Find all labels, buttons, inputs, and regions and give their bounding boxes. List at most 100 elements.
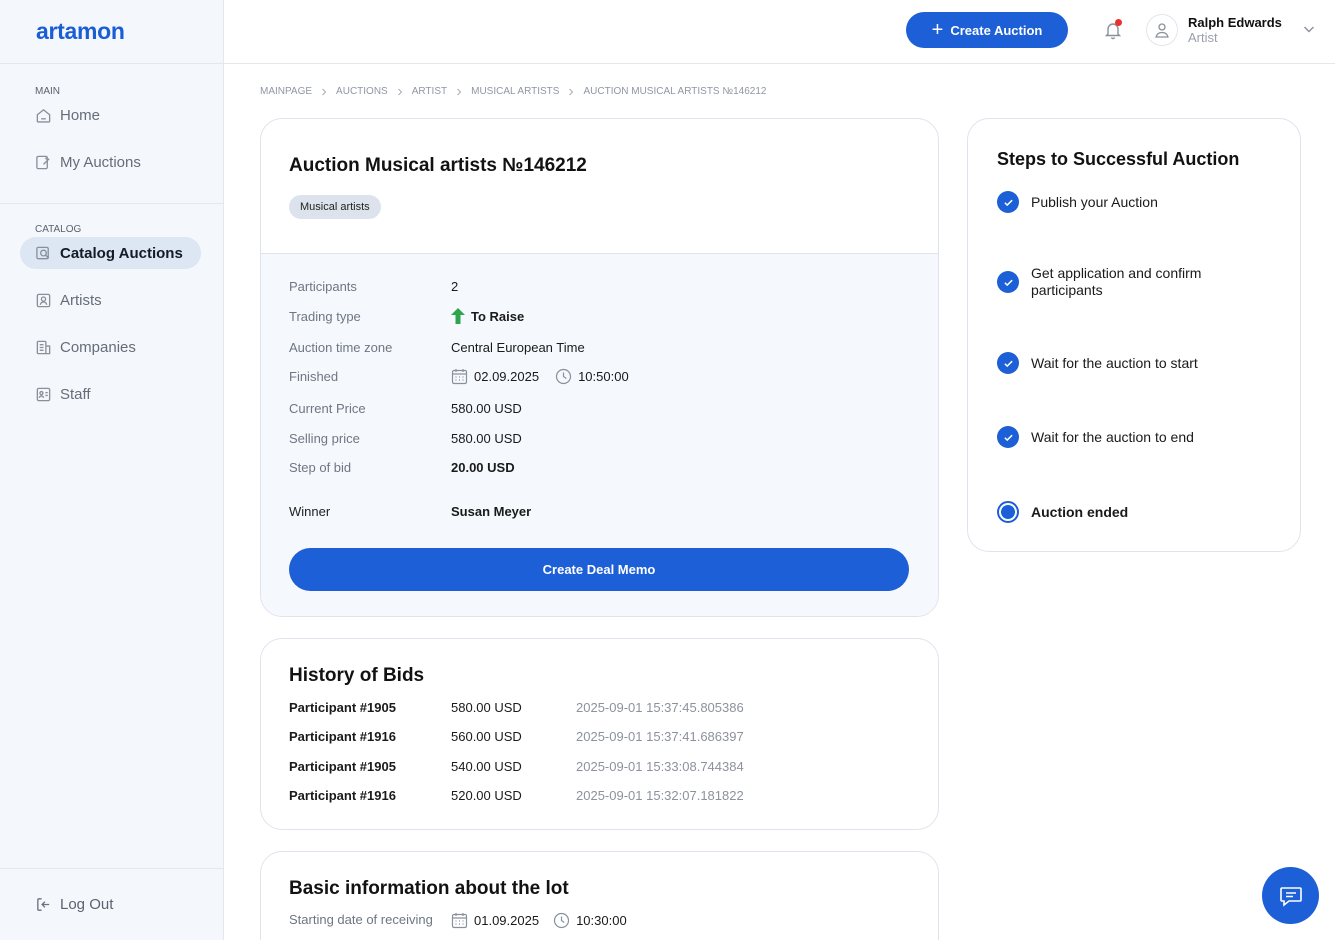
chat-icon	[1279, 886, 1302, 907]
breadcrumb-current: AUCTION MUSICAL ARTISTS №146212	[583, 86, 767, 97]
staff-icon	[35, 386, 52, 403]
detail-value: Central European Time	[451, 340, 585, 355]
detail-label: Current Price	[289, 401, 366, 416]
plus-icon: +	[931, 19, 944, 41]
steps-title: Steps to Successful Auction	[997, 149, 1240, 169]
companies-icon	[35, 339, 52, 356]
auction-card: Auction Musical artists №146212 Musical …	[260, 118, 939, 617]
clock-icon	[553, 912, 570, 929]
user-menu[interactable]: Ralph Edwards Artist	[1146, 12, 1316, 48]
calendar-icon	[451, 368, 468, 385]
step-label: Auction ended	[1031, 503, 1129, 520]
breadcrumb-item[interactable]: MAINPAGE	[260, 86, 312, 97]
detail-label: Trading type	[289, 308, 361, 324]
sidebar-item-artists[interactable]: Artists	[20, 284, 201, 316]
logout-icon	[37, 898, 50, 911]
sidebar-item-my-auctions[interactable]: My Auctions	[20, 146, 201, 178]
breadcrumb-item[interactable]: ARTIST	[412, 86, 447, 97]
detail-value: 2	[451, 279, 459, 294]
arrow-up-icon	[451, 308, 465, 324]
sidebar: artamon MAIN Home My Auctions CATALOG Ca…	[0, 0, 224, 940]
user-role: Artist	[1188, 30, 1218, 45]
topbar: + Create Auction Ralph Edwards Artist	[224, 0, 1335, 64]
category-tag: Musical artists	[289, 195, 381, 219]
chevron-right-icon	[396, 88, 404, 96]
bid-time: 2025-09-01 15:37:45.805386	[576, 700, 744, 715]
bid-participant: Participant #1905	[289, 759, 396, 774]
finished-time: 10:50:00	[578, 369, 629, 384]
bid-time: 2025-09-01 15:37:41.686397	[576, 729, 744, 744]
chat-button[interactable]	[1262, 867, 1319, 924]
step-label: Wait for the auction to start	[1031, 354, 1198, 371]
start-time: 10:30:00	[576, 913, 627, 928]
detail-row-finished: Finished 02.09.2025 10:50:00	[289, 368, 629, 385]
auction-card-header: Auction Musical artists №146212 Musical …	[261, 119, 938, 254]
detail-row-start: Starting date of receiving 01.09.2025 10…	[289, 912, 627, 929]
sidebar-item-label: Artists	[60, 291, 102, 309]
start-date: 01.09.2025	[474, 913, 540, 928]
create-auction-button[interactable]: + Create Auction	[906, 12, 1068, 48]
sidebar-item-label: Staff	[60, 385, 91, 403]
sidebar-item-staff[interactable]: Staff	[20, 378, 201, 410]
detail-label: Selling price	[289, 431, 360, 446]
detail-value: To Raise	[451, 308, 524, 324]
sidebar-item-companies[interactable]: Companies	[20, 331, 201, 363]
step-item: Wait for the auction to end	[997, 426, 1194, 448]
chevron-right-icon	[455, 88, 463, 96]
sidebar-main-heading: MAIN	[35, 86, 60, 97]
sidebar-item-home[interactable]: Home	[20, 99, 201, 131]
table-row: Participant #1905 580.00 USD 2025-09-01 …	[289, 700, 744, 715]
chevron-down-icon	[1304, 26, 1314, 33]
detail-row-participants: Participants 2	[289, 279, 458, 294]
step-label: Wait for the auction to end	[1031, 428, 1194, 445]
logout-button[interactable]: Log Out	[0, 868, 223, 940]
breadcrumb-item[interactable]: AUCTIONS	[336, 86, 388, 97]
detail-value: 02.09.2025 10:50:00	[451, 368, 629, 385]
artists-icon	[35, 292, 52, 309]
detail-row-step: Step of bid 20.00 USD	[289, 460, 515, 475]
bid-participant: Participant #1916	[289, 788, 396, 803]
detail-value: 580.00 USD	[451, 401, 522, 416]
catalog-icon	[35, 245, 52, 262]
sidebar-catalog-heading: CATALOG	[35, 224, 82, 235]
bid-amount: 540.00 USD	[451, 759, 522, 774]
detail-row-trading-type: Trading type To Raise	[289, 308, 524, 324]
bids-card: History of Bids Participant #1905 580.00…	[260, 638, 939, 830]
avatar	[1146, 14, 1178, 46]
bid-amount: 520.00 USD	[451, 788, 522, 803]
sidebar-main-section: MAIN Home My Auctions	[0, 64, 223, 204]
notification-dot	[1115, 19, 1122, 26]
breadcrumb-item[interactable]: MUSICAL ARTISTS	[471, 86, 559, 97]
auction-details: Participants 2 Trading type To Raise Auc…	[261, 254, 938, 616]
chevron-right-icon	[567, 88, 575, 96]
notifications-button[interactable]	[1102, 19, 1124, 41]
detail-label: Step of bid	[289, 460, 352, 475]
sidebar-item-label: My Auctions	[60, 153, 141, 171]
steps-card: Steps to Successful Auction Publish your…	[967, 118, 1301, 552]
logout-label: Log Out	[60, 896, 114, 913]
detail-row-winner: Winner Susan Meyer	[289, 504, 531, 519]
bid-participant: Participant #1905	[289, 700, 396, 715]
user-icon	[1155, 23, 1169, 38]
lot-title: Basic information about the lot	[289, 878, 569, 899]
app-logo[interactable]: artamon	[0, 0, 223, 64]
detail-label: Starting date of receiving	[289, 912, 433, 927]
clock-icon	[555, 368, 572, 385]
detail-value: 01.09.2025 10:30:00	[451, 912, 627, 929]
detail-label: Finished	[289, 369, 339, 384]
table-row: Participant #1916 520.00 USD 2025-09-01 …	[289, 788, 744, 803]
detail-value: Susan Meyer	[451, 504, 532, 519]
sidebar-item-catalog-auctions[interactable]: Catalog Auctions	[20, 237, 201, 269]
step-item: Get application and confirm participants	[997, 265, 1257, 299]
create-deal-memo-button[interactable]: Create Deal Memo	[289, 548, 909, 591]
lot-card: Basic information about the lot Starting…	[260, 851, 939, 940]
bid-amount: 580.00 USD	[451, 700, 522, 715]
sidebar-item-label: Catalog Auctions	[60, 244, 183, 262]
bid-participant: Participant #1916	[289, 729, 396, 744]
trading-type-value: To Raise	[471, 308, 525, 324]
bid-time: 2025-09-01 15:32:07.181822	[576, 788, 744, 803]
detail-label: Participants	[289, 279, 357, 294]
step-label: Publish your Auction	[1031, 193, 1158, 210]
detail-row-time-zone: Auction time zone Central European Time	[289, 340, 585, 355]
sidebar-item-label: Companies	[60, 338, 136, 356]
